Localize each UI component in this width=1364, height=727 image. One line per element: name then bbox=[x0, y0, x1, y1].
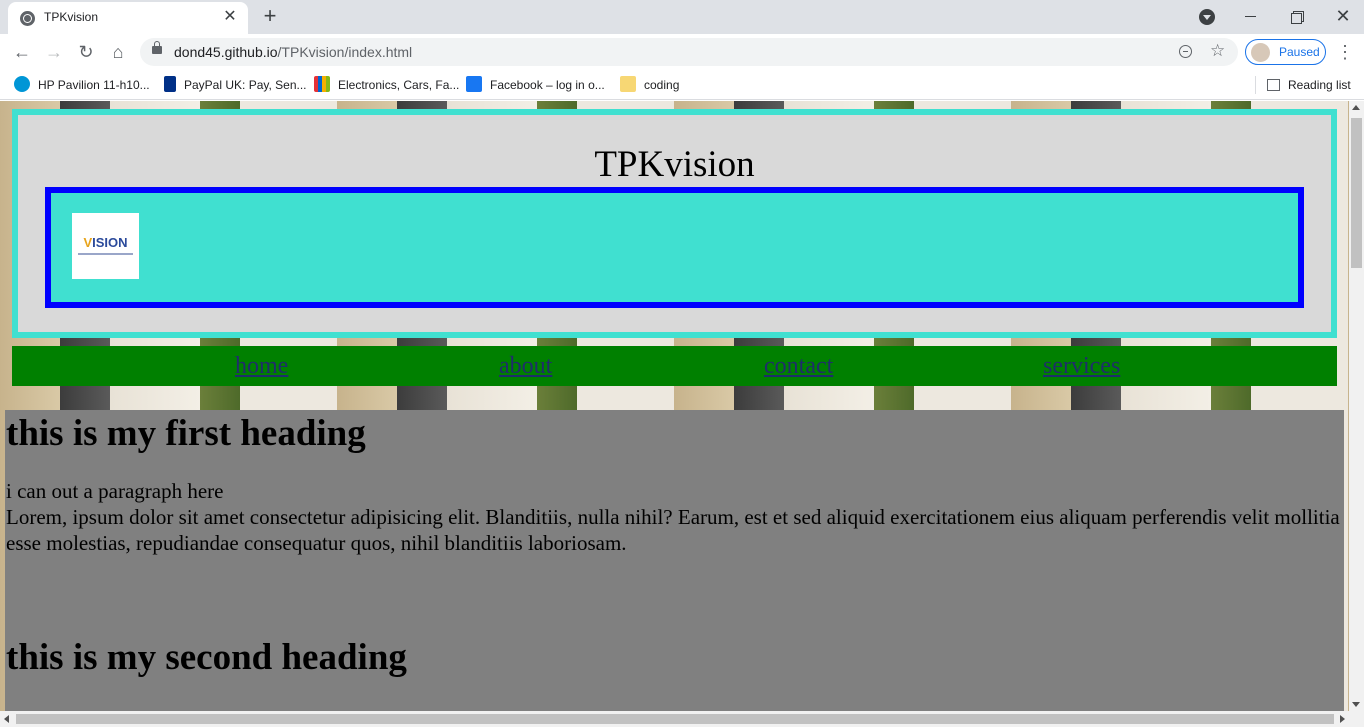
logo-wordmark: VISION bbox=[73, 235, 138, 250]
bookmark-label: coding bbox=[644, 78, 680, 92]
globe-icon bbox=[20, 11, 35, 26]
minimize-button[interactable] bbox=[1228, 2, 1274, 30]
bookmark-item[interactable]: HP Pavilion 11-h10... bbox=[14, 76, 150, 94]
url-path: /TPKvision/index.html bbox=[277, 44, 413, 60]
forward-button[interactable]: → bbox=[40, 38, 68, 66]
bookmark-item[interactable]: PayPal UK: Pay, Sen... bbox=[164, 76, 307, 94]
ebay-icon bbox=[314, 76, 330, 92]
reading-list-icon bbox=[1267, 79, 1280, 91]
first-heading: this is my first heading bbox=[6, 413, 366, 454]
close-tab-icon[interactable]: ✕ bbox=[220, 7, 240, 27]
browser-tab[interactable]: TPKvision ✕ bbox=[8, 2, 248, 34]
tab-strip: TPKvision ✕ + ✕ bbox=[0, 0, 1364, 34]
logo-tagline-line bbox=[78, 253, 133, 255]
new-tab-button[interactable]: + bbox=[258, 5, 282, 29]
second-heading: this is my second heading bbox=[6, 637, 407, 678]
avatar bbox=[1251, 43, 1270, 62]
bookmark-folder[interactable]: coding bbox=[620, 76, 679, 94]
bookmark-item[interactable]: Facebook – log in o... bbox=[466, 76, 605, 94]
site-header: TPKvision VISION bbox=[12, 109, 1337, 338]
bookmark-star-icon[interactable]: ☆ bbox=[1210, 41, 1225, 61]
site-nav: home about contact services bbox=[12, 346, 1337, 386]
facebook-icon bbox=[466, 76, 482, 92]
folder-icon bbox=[620, 76, 636, 92]
scroll-up-arrow-icon[interactable] bbox=[1352, 105, 1360, 110]
reading-list-button[interactable]: Reading list bbox=[1267, 76, 1351, 94]
nav-link-services[interactable]: services bbox=[1043, 351, 1120, 381]
bookmark-item[interactable]: Electronics, Cars, Fa... bbox=[314, 76, 459, 94]
restore-button[interactable] bbox=[1274, 2, 1320, 30]
paypal-icon bbox=[164, 76, 176, 92]
bookmark-label: Electronics, Cars, Fa... bbox=[338, 78, 460, 92]
divider bbox=[1255, 76, 1256, 94]
tab-search-icon[interactable] bbox=[1199, 9, 1215, 25]
scroll-left-arrow-icon[interactable] bbox=[4, 715, 9, 723]
profile-status: Paused bbox=[1279, 45, 1320, 59]
vertical-scroll-thumb[interactable] bbox=[1351, 118, 1362, 268]
nav-link-home[interactable]: home bbox=[235, 351, 288, 381]
bookmark-label: PayPal UK: Pay, Sen... bbox=[184, 78, 307, 92]
nav-link-contact[interactable]: contact bbox=[764, 351, 833, 381]
horizontal-scrollbar[interactable] bbox=[0, 711, 1364, 727]
address-bar[interactable]: dond45.github.io/TPKvision/index.html ☆ bbox=[140, 38, 1238, 66]
page-viewport: TPKvision VISION home about contact serv… bbox=[0, 101, 1349, 711]
bookmark-label: HP Pavilion 11-h10... bbox=[38, 78, 150, 92]
reading-list-label: Reading list bbox=[1288, 78, 1351, 92]
bookmarks-bar: HP Pavilion 11-h10... PayPal UK: Pay, Se… bbox=[0, 70, 1364, 100]
main-content: this is my first heading i can out a par… bbox=[5, 410, 1344, 711]
site-title: TPKvision bbox=[594, 144, 755, 185]
intro-paragraph: i can out a paragraph here bbox=[6, 479, 224, 503]
close-window-button[interactable]: ✕ bbox=[1320, 2, 1364, 30]
profile-button[interactable]: Paused bbox=[1245, 39, 1326, 65]
hp-icon bbox=[14, 76, 30, 92]
url-text[interactable]: dond45.github.io/TPKvision/index.html bbox=[174, 44, 412, 60]
lorem-paragraph: Lorem, ipsum dolor sit amet consectetur … bbox=[6, 505, 1340, 555]
vertical-scrollbar[interactable] bbox=[1349, 101, 1364, 711]
browser-toolbar: ← → ↻ ⌂ dond45.github.io/TPKvision/index… bbox=[0, 34, 1364, 70]
web-page: TPKvision VISION home about contact serv… bbox=[0, 101, 1349, 711]
logo-banner: VISION bbox=[45, 187, 1304, 308]
vision-logo: VISION bbox=[72, 213, 139, 279]
nav-link-about[interactable]: about bbox=[499, 351, 552, 381]
back-button[interactable]: ← bbox=[8, 38, 36, 66]
scroll-right-arrow-icon[interactable] bbox=[1340, 715, 1345, 723]
home-button[interactable]: ⌂ bbox=[104, 38, 132, 66]
horizontal-scroll-thumb[interactable] bbox=[16, 714, 1334, 724]
lock-icon[interactable] bbox=[152, 41, 162, 54]
reload-button[interactable]: ↻ bbox=[72, 38, 100, 66]
logo-letters: ISION bbox=[92, 235, 128, 250]
scroll-down-arrow-icon[interactable] bbox=[1352, 702, 1360, 707]
zoom-icon[interactable] bbox=[1179, 45, 1192, 58]
logo-letter-v: V bbox=[83, 235, 93, 250]
menu-icon[interactable]: ⋮ bbox=[1336, 40, 1354, 64]
tab-title: TPKvision bbox=[44, 10, 99, 24]
url-host: dond45.github.io bbox=[174, 44, 278, 60]
bookmark-label: Facebook – log in o... bbox=[490, 78, 605, 92]
